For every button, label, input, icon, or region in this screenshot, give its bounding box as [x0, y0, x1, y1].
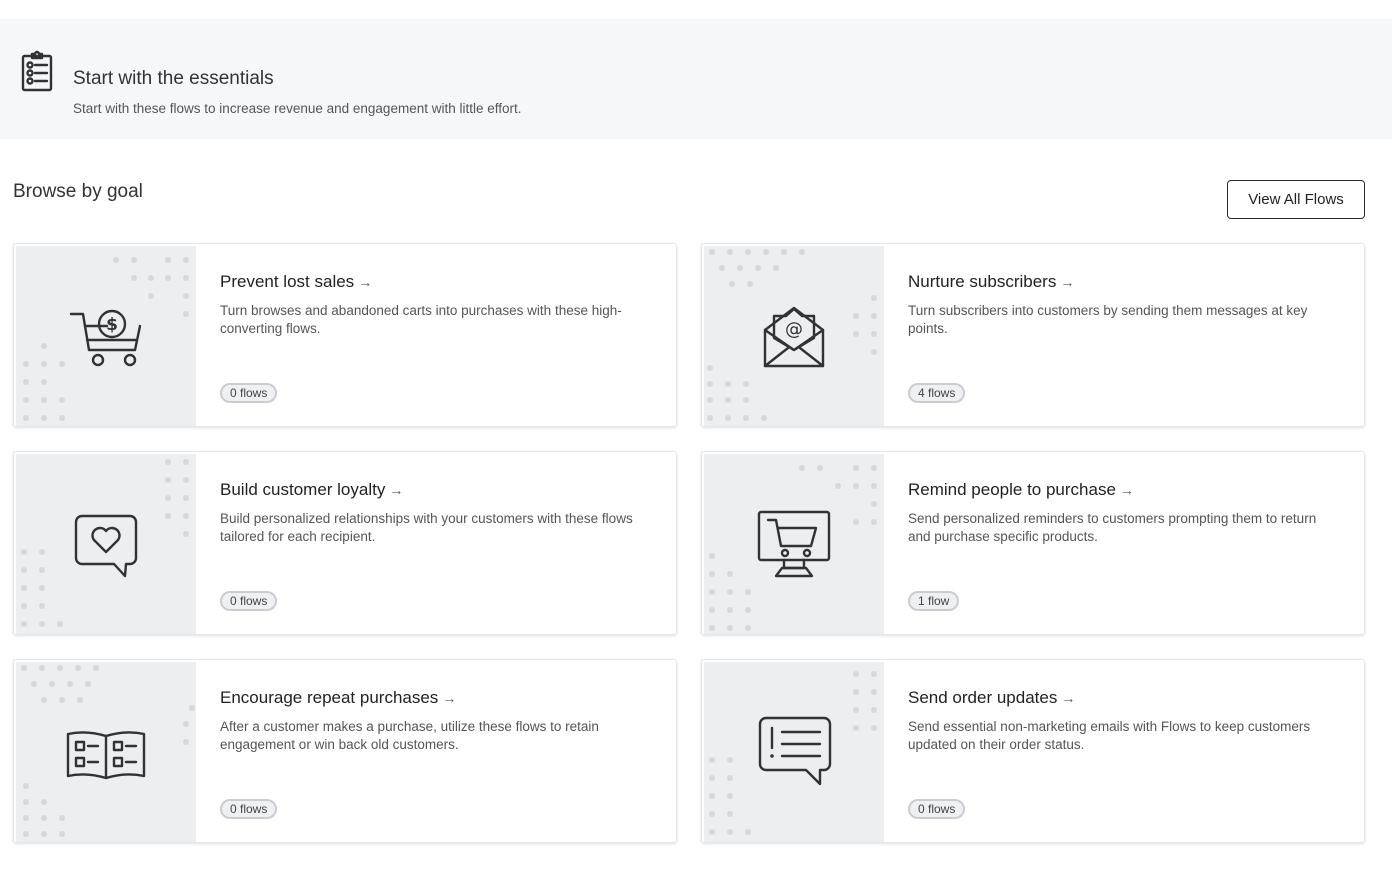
open-catalog-icon [66, 731, 146, 780]
goal-card-description: Send essential non-marketing emails with… [908, 719, 1311, 752]
goal-card-build-customer-loyalty[interactable]: Build customer loyalty → Build personaliz… [13, 451, 677, 635]
essentials-title: Start with the essentials [73, 68, 274, 89]
goal-card-prevent-lost-sales[interactable]: $ Prevent lost sales → Turn browses and a… [13, 243, 677, 427]
arrow-right-icon: → [389, 482, 404, 498]
flow-count-badge: 0 flows [220, 383, 278, 403]
goal-card-description: Send personalized reminders to customers… [908, 511, 1317, 544]
arrow-right-icon: → [1061, 690, 1076, 706]
heart-speech-bubble-icon [74, 514, 138, 578]
svg-text:@: @ [785, 319, 803, 340]
flow-count-badge: 0 flows [220, 591, 278, 611]
flow-count-badge: 1 flow [908, 591, 960, 611]
arrow-right-icon: → [1119, 482, 1134, 498]
goal-card-art: $ [16, 246, 196, 426]
goal-card-art: @ [704, 246, 884, 426]
goal-card-description: After a customer makes a purchase, utili… [220, 719, 599, 752]
goal-card-title: Encourage repeat purchases → [220, 688, 457, 707]
goal-card-description: Turn browses and abandoned carts into pu… [220, 303, 622, 336]
goal-card-title: Nurture subscribers → [908, 272, 1075, 291]
goal-card-title: Remind people to purchase → [908, 480, 1134, 499]
goal-card-description: Turn subscribers into customers by sendi… [908, 303, 1308, 336]
arrow-right-icon: → [358, 274, 373, 290]
essentials-banner: Start with the essentials Start with the… [0, 19, 1392, 139]
goal-card-title: Prevent lost sales → [220, 272, 373, 291]
goal-card-title: Build customer loyalty → [220, 480, 404, 499]
email-envelope-icon: @ [763, 306, 825, 368]
goal-card-art [16, 454, 196, 634]
goal-card-remind-people-to-purchase[interactable]: Remind people to purchase → Send personal… [701, 451, 1365, 635]
arrow-right-icon: → [1060, 274, 1075, 290]
goal-card-description: Build personalized relationships with yo… [220, 511, 633, 544]
goal-card-title: Send order updates → [908, 688, 1076, 707]
view-all-flows-button[interactable]: View All Flows [1227, 180, 1365, 219]
flow-count-badge: 4 flows [908, 383, 966, 403]
alert-message-bubble-icon [758, 716, 832, 786]
shopping-cart-dollar-icon: $ [69, 309, 142, 367]
goal-card-send-order-updates[interactable]: Send order updates → Send essential non-m… [701, 659, 1365, 843]
clipboard-list-icon [21, 50, 53, 92]
goal-card-art [704, 454, 884, 634]
flow-count-badge: 0 flows [220, 799, 278, 819]
goal-card-nurture-subscribers[interactable]: @ Nurture subscribers → Turn subscribers … [701, 243, 1365, 427]
arrow-right-icon: → [442, 690, 457, 706]
goal-card-art [16, 662, 196, 842]
flow-count-badge: 0 flows [908, 799, 966, 819]
svg-text:$: $ [106, 315, 118, 335]
goal-card-encourage-repeat-purchases[interactable]: Encourage repeat purchases → After a cust… [13, 659, 677, 843]
goal-card-art [704, 662, 884, 842]
monitor-cart-icon [757, 510, 831, 578]
essentials-subtitle: Start with these flows to increase reven… [73, 101, 522, 116]
browse-by-goal-heading: Browse by goal [13, 181, 143, 202]
